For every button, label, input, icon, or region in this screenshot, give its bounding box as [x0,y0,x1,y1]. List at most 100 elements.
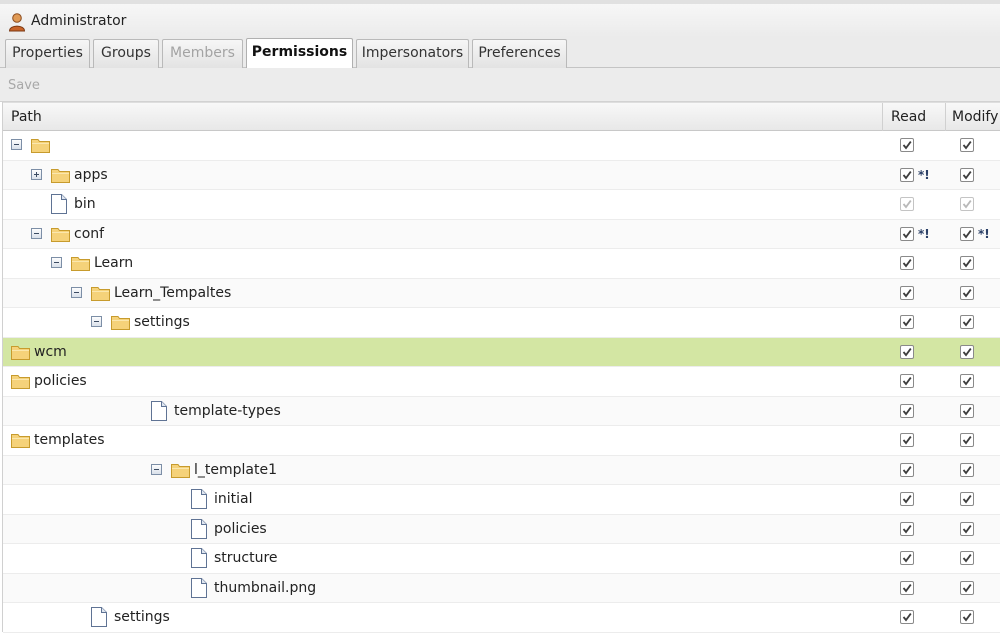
tab-impersonators[interactable]: Impersonators [356,39,469,68]
node-label[interactable]: templates [34,432,105,448]
modify-checkbox[interactable] [960,462,974,477]
tree-row[interactable]: wcm [3,337,1000,367]
read-checkbox[interactable] [900,433,914,447]
tree-row[interactable]: structure [3,544,1000,574]
check-mark-icon [962,524,972,533]
collapse-icon[interactable] [151,463,162,475]
tree-row[interactable]: Learn [3,249,1000,279]
read-checkbox[interactable] [900,344,914,359]
modify-checkbox[interactable] [960,521,974,536]
tree-row[interactable] [3,131,1000,161]
read-checkbox[interactable] [900,492,914,506]
check-mark-icon [902,524,912,533]
tree-row[interactable]: policies [3,514,1000,544]
tree-row[interactable]: apps *! [3,160,1000,190]
read-checkbox[interactable] [900,580,914,595]
file-icon [191,489,207,509]
tree-row[interactable]: settings [3,308,1000,338]
expand-icon[interactable] [31,168,42,180]
collapse-icon[interactable] [51,257,62,268]
collapse-icon[interactable] [71,286,82,298]
tree-row[interactable]: l_template1 [3,455,1000,485]
tree-row[interactable]: bin [3,190,1000,220]
node-label[interactable]: settings [114,609,170,625]
tree-row[interactable]: conf *! *! [3,219,1000,249]
modify-checkbox[interactable] [960,256,974,270]
folder-icon [71,255,90,271]
read-checkbox[interactable] [900,167,914,182]
tree-row[interactable]: settings [3,603,1000,633]
tab-preferences[interactable]: Preferences [472,39,567,68]
read-checkbox[interactable] [900,610,914,624]
tree-row[interactable]: template-types [3,396,1000,426]
folder-icon [111,314,130,330]
column-header-path[interactable]: Path [11,103,42,131]
read-checkbox[interactable] [900,374,914,388]
node-label[interactable]: template-types [174,403,281,419]
modify-checkbox[interactable] [960,433,974,447]
tab-strip: Properties Groups Members Permissions Im… [0,37,1000,68]
node-label[interactable]: conf [74,226,104,242]
folder-icon [31,137,50,153]
check-mark-icon [962,200,972,209]
read-checkbox[interactable] [900,226,914,241]
node-label[interactable]: bin [74,196,96,212]
check-mark-icon [962,259,972,268]
node-label[interactable]: Learn_Tempaltes [114,285,231,301]
node-label[interactable]: apps [74,167,108,183]
node-label[interactable]: wcm [34,344,67,360]
modify-checkbox[interactable] [960,285,974,300]
tree-row[interactable]: initial [3,485,1000,515]
node-label[interactable]: structure [214,550,278,566]
modify-checkbox[interactable] [960,374,974,388]
folder-icon [171,462,190,478]
modify-checkbox[interactable] [960,580,974,595]
collapse-icon[interactable] [31,227,42,239]
read-checkbox[interactable] [900,403,914,418]
node-label[interactable]: policies [214,521,267,537]
modify-checkbox[interactable] [960,344,974,359]
modify-checkbox[interactable] [960,403,974,418]
tab-members: Members [162,39,243,68]
tree-row[interactable]: policies [3,367,1000,397]
column-header-modify[interactable]: Modify [945,103,1000,131]
read-checkbox[interactable] [900,315,914,329]
modify-checkbox [960,197,974,211]
modify-checkbox[interactable] [960,551,974,565]
check-mark-icon [902,200,912,209]
read-checkbox[interactable] [900,138,914,152]
read-checkbox[interactable] [900,462,914,477]
tree-row[interactable]: thumbnail.png [3,573,1000,603]
permissions-grid: Path Read Modify apps *! bin conf *! *! Learn L… [2,102,1000,633]
file-icon [151,400,167,421]
file-icon [191,548,207,568]
node-label[interactable]: initial [214,491,253,507]
read-checkbox[interactable] [900,551,914,565]
node-label[interactable]: thumbnail.png [214,580,316,596]
modify-checkbox[interactable] [960,610,974,624]
save-button[interactable]: Save [8,78,40,93]
check-mark-icon [962,406,972,415]
node-label[interactable]: l_template1 [194,462,277,478]
tree-row[interactable]: Learn_Tempaltes [3,278,1000,308]
modify-checkbox[interactable] [960,315,974,329]
tab-groups[interactable]: Groups [93,39,159,68]
read-checkbox[interactable] [900,285,914,300]
node-label[interactable]: Learn [94,255,133,271]
modify-checkbox[interactable] [960,226,974,241]
read-checkbox[interactable] [900,521,914,536]
tab-permissions[interactable]: Permissions [246,38,353,68]
tab-properties[interactable]: Properties [5,39,90,68]
check-mark-icon [902,288,912,297]
modify-checkbox[interactable] [960,492,974,506]
collapse-icon[interactable] [11,139,22,150]
node-label[interactable]: policies [34,373,87,389]
modify-checkbox[interactable] [960,138,974,152]
column-header-read[interactable]: Read [882,103,945,131]
collapse-icon[interactable] [91,316,102,327]
tree-row[interactable]: templates [3,426,1000,456]
check-mark-icon [902,583,912,592]
modify-checkbox[interactable] [960,167,974,182]
node-label[interactable]: settings [134,314,190,330]
read-checkbox[interactable] [900,256,914,270]
